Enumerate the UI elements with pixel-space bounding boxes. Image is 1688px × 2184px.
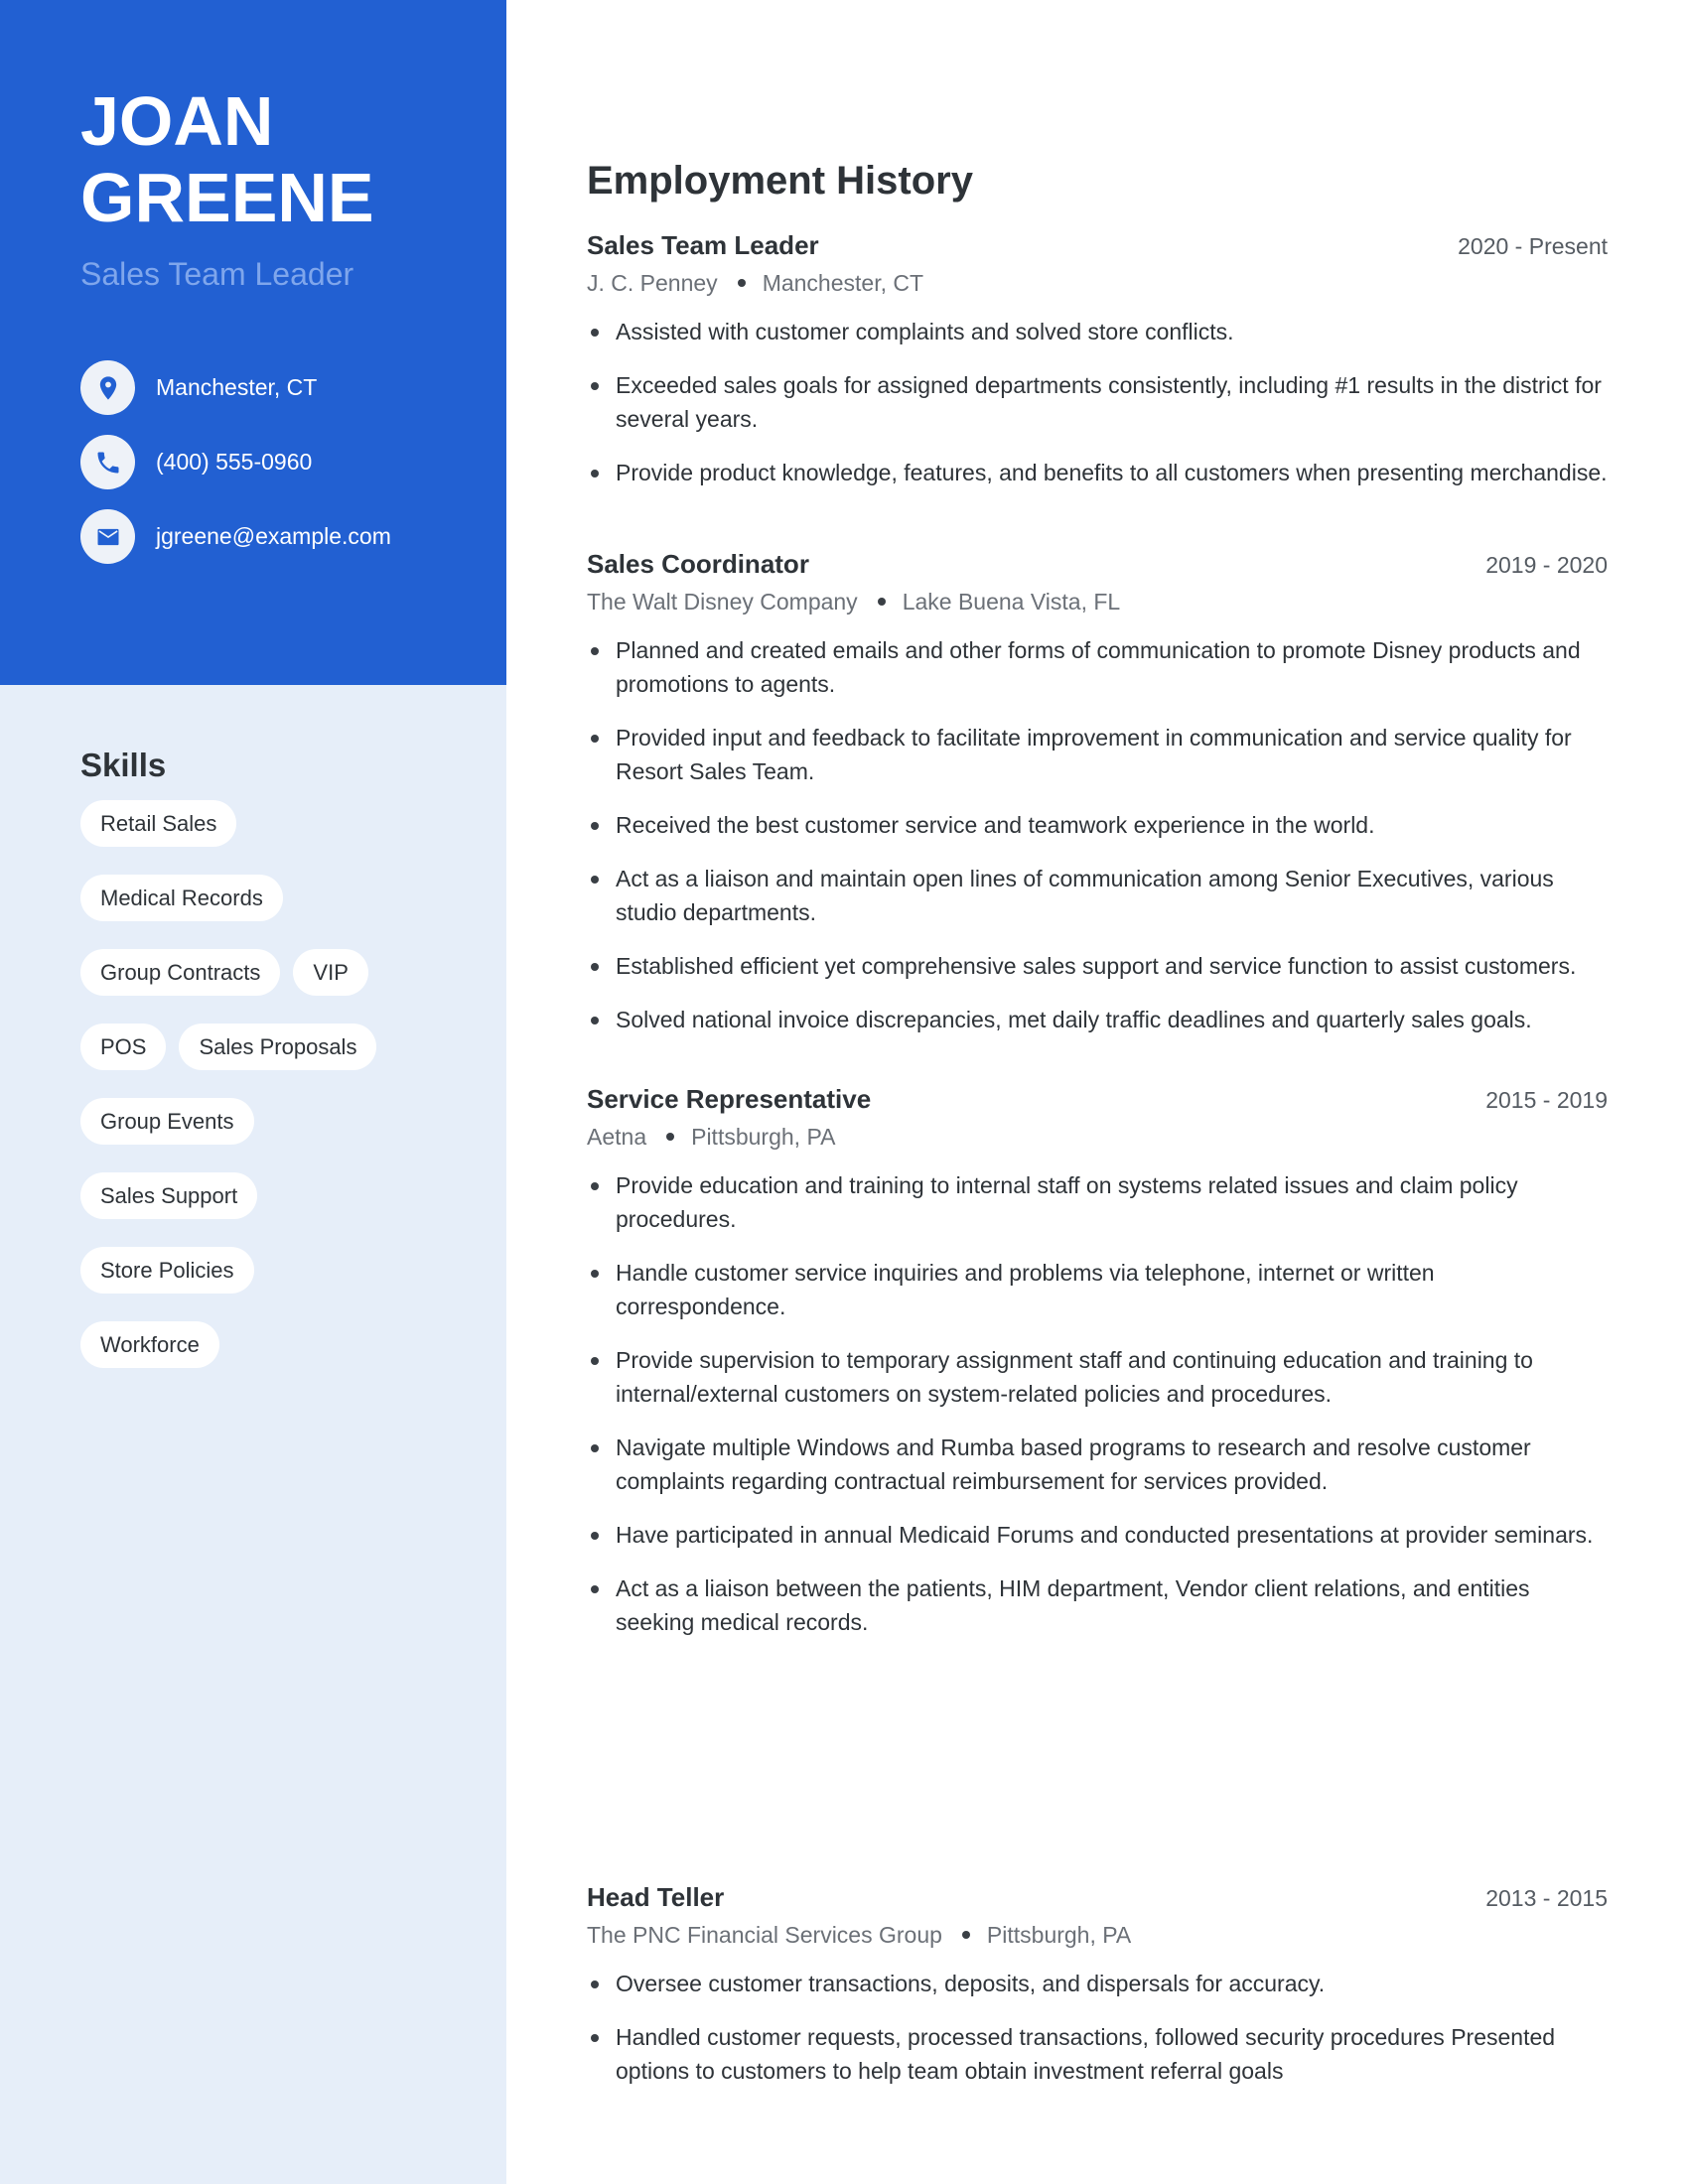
job-bullet: Provide supervision to temporary assignm… xyxy=(587,1343,1608,1411)
company-name: Aetna xyxy=(587,1124,647,1150)
job-bullet: Provided input and feedback to facilitat… xyxy=(587,721,1608,788)
job-entry: Service Representative 2015 - 2019 Aetna… xyxy=(587,1081,1608,1659)
contact-list: Manchester, CT (400) 555-0960 jgreene@ex… xyxy=(80,360,391,584)
job-location: Pittsburgh, PA xyxy=(986,1922,1132,1948)
skill-tag: VIP xyxy=(293,949,368,996)
job-entry: Head Teller 2013 - 2015 The PNC Financia… xyxy=(587,1879,1608,2108)
last-name: GREENE xyxy=(80,159,374,236)
job-location: Lake Buena Vista, FL xyxy=(902,589,1121,614)
job-bullet: Provide education and training to intern… xyxy=(587,1168,1608,1236)
job-location: Manchester, CT xyxy=(762,270,924,296)
sidebar: JOAN GREENE Sales Team Leader Manchester… xyxy=(0,0,506,2184)
separator-dot xyxy=(666,1132,675,1141)
contact-email: jgreene@example.com xyxy=(80,509,391,564)
skill-tag: Group Contracts xyxy=(80,949,281,996)
full-name: JOAN GREENE xyxy=(80,83,374,236)
job-bullet: Oversee customer transactions, deposits,… xyxy=(587,1967,1608,2000)
job-title: Head Teller xyxy=(587,1882,725,1912)
job-bullet: Received the best customer service and t… xyxy=(587,808,1608,842)
job-bullets: Oversee customer transactions, deposits,… xyxy=(587,1967,1608,2088)
contact-email-text[interactable]: jgreene@example.com xyxy=(156,523,391,550)
job-bullet: Assisted with customer complaints and so… xyxy=(587,315,1608,348)
job-meta: J. C. Penney Manchester, CT xyxy=(587,265,1608,301)
job-dates: 2013 - 2015 xyxy=(1485,1885,1608,1911)
job-title: Sales Team Leader xyxy=(587,230,819,260)
job-bullet: Solved national invoice discrepancies, m… xyxy=(587,1003,1608,1036)
job-meta: The Walt Disney Company Lake Buena Vista,… xyxy=(587,584,1608,619)
skill-tag: Group Events xyxy=(80,1098,254,1145)
job-bullet: Established efficient yet comprehensive … xyxy=(587,949,1608,983)
job-meta: Aetna Pittsburgh, PA xyxy=(587,1119,1608,1155)
job-bullet: Act as a liaison between the patients, H… xyxy=(587,1571,1608,1639)
job-bullets: Assisted with customer complaints and so… xyxy=(587,315,1608,489)
contact-phone-text: (400) 555-0960 xyxy=(156,449,313,475)
skill-tag: Sales Proposals xyxy=(179,1024,377,1070)
job-bullet: Exceeded sales goals for assigned depart… xyxy=(587,368,1608,436)
skill-tag: Sales Support xyxy=(80,1172,258,1219)
first-name: JOAN xyxy=(80,82,274,160)
skill-tag: Store Policies xyxy=(80,1247,254,1294)
skills-heading: Skills xyxy=(80,747,167,783)
job-entry: Sales Team Leader 2020 - Present J. C. P… xyxy=(587,227,1608,509)
job-title-subtitle: Sales Team Leader xyxy=(80,256,354,292)
company-name: J. C. Penney xyxy=(587,270,718,296)
separator-dot xyxy=(877,597,886,606)
skill-tag: Workforce xyxy=(80,1321,219,1368)
job-bullet: Provide product knowledge, features, and… xyxy=(587,456,1608,489)
contact-phone: (400) 555-0960 xyxy=(80,435,391,489)
job-meta: The PNC Financial Services Group Pittsbur… xyxy=(587,1917,1608,1953)
job-bullet: Handle customer service inquiries and pr… xyxy=(587,1256,1608,1323)
skill-tag: Retail Sales xyxy=(80,800,237,847)
separator-dot xyxy=(737,278,746,287)
skills-list: Retail Sales Medical Records Group Contr… xyxy=(80,800,478,1368)
job-bullet: Act as a liaison and maintain open lines… xyxy=(587,862,1608,929)
employment-history-heading: Employment History xyxy=(587,159,973,203)
job-dates: 2019 - 2020 xyxy=(1485,552,1608,578)
job-location: Pittsburgh, PA xyxy=(691,1124,836,1150)
job-bullet: Planned and created emails and other for… xyxy=(587,633,1608,701)
company-name: The PNC Financial Services Group xyxy=(587,1922,942,1948)
skill-tag: POS xyxy=(80,1024,167,1070)
job-dates: 2020 - Present xyxy=(1458,233,1608,259)
company-name: The Walt Disney Company xyxy=(587,589,858,614)
location-pin-icon xyxy=(80,360,135,415)
job-entry: Sales Coordinator 2019 - 2020 The Walt D… xyxy=(587,546,1608,1056)
job-bullet: Navigate multiple Windows and Rumba base… xyxy=(587,1431,1608,1498)
phone-icon xyxy=(80,435,135,489)
job-bullet: Handled customer requests, processed tra… xyxy=(587,2020,1608,2088)
job-bullets: Provide education and training to intern… xyxy=(587,1168,1608,1639)
skill-tag: Medical Records xyxy=(80,875,283,921)
contact-location-text: Manchester, CT xyxy=(156,374,318,400)
contact-location: Manchester, CT xyxy=(80,360,391,415)
job-bullets: Planned and created emails and other for… xyxy=(587,633,1608,1036)
job-title: Service Representative xyxy=(587,1084,872,1114)
envelope-icon xyxy=(80,509,135,564)
job-title: Sales Coordinator xyxy=(587,549,809,579)
job-bullet: Have participated in annual Medicaid For… xyxy=(587,1518,1608,1552)
profile-header: JOAN GREENE Sales Team Leader Manchester… xyxy=(0,0,506,685)
job-dates: 2015 - 2019 xyxy=(1485,1087,1608,1113)
separator-dot xyxy=(961,1930,970,1939)
